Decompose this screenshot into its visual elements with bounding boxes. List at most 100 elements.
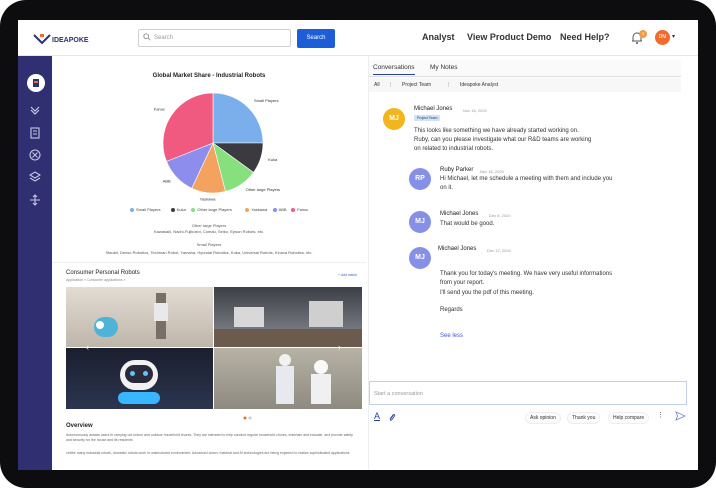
photo-kitchen-robots bbox=[214, 287, 362, 347]
device-frame: IDEAPOKE Search Search Analyst View Prod… bbox=[0, 0, 716, 488]
message-text: Regards bbox=[440, 307, 463, 313]
photo-walking-robot bbox=[66, 287, 213, 347]
search-input[interactable]: Search bbox=[138, 29, 291, 47]
conversation-tabs: Conversations My Notes bbox=[369, 60, 681, 77]
legend-swatch bbox=[170, 207, 175, 212]
pie-label: Other large Players bbox=[246, 187, 280, 192]
overview-paragraph-1: Autonomously assists users in carrying o… bbox=[66, 433, 353, 442]
search-button[interactable]: Search bbox=[297, 29, 335, 48]
avatar: MJ bbox=[409, 211, 431, 233]
legend-label: ABB bbox=[278, 207, 287, 212]
message-text: That would be good. bbox=[440, 221, 495, 227]
message-author: Ruby Parker bbox=[440, 167, 474, 173]
legend-item[interactable]: Fanuc bbox=[291, 207, 308, 212]
message-text: on it. bbox=[440, 185, 454, 191]
sidebar-profile-button[interactable] bbox=[27, 74, 45, 92]
caption-small-players-list: Staubli, Denso Robotics, Techman Robot, … bbox=[105, 250, 313, 255]
market-panel: Global Market Share - Industrial Robots … bbox=[52, 56, 366, 470]
thank-you-button[interactable]: Thank you bbox=[567, 412, 601, 424]
message-text: Hi Michael, let me schedule a meeting wi… bbox=[440, 176, 613, 182]
prev-arrow-icon[interactable]: ‹ bbox=[86, 342, 89, 352]
send-icon[interactable] bbox=[675, 411, 686, 421]
legend-label: Small Players bbox=[136, 207, 161, 212]
project-team-tag: Project Team bbox=[414, 115, 441, 121]
help-compare-button[interactable]: Help compare bbox=[608, 412, 650, 424]
caption-small-players: Small Players bbox=[196, 242, 222, 247]
next-arrow-icon[interactable]: › bbox=[338, 342, 341, 352]
pie-chart: Small Players Kuka Other large Players Yask… bbox=[154, 92, 280, 202]
svg-text:IDEAPOKE: IDEAPOKE bbox=[52, 37, 89, 44]
message-date: Nov 16, 2020 bbox=[463, 108, 487, 113]
carousel-dots[interactable] bbox=[243, 416, 253, 420]
target-icon[interactable] bbox=[29, 149, 41, 161]
breadcrumb: Application » Consumer applications » bbox=[66, 278, 126, 282]
filter-all[interactable]: All bbox=[374, 82, 380, 88]
legend-swatch bbox=[245, 207, 250, 212]
consumer-robots-card: Consumer Personal Robots Application » C… bbox=[52, 262, 366, 470]
legend-label: Yaskawa bbox=[251, 207, 268, 212]
user-avatar[interactable]: DM bbox=[655, 30, 670, 45]
pie-label: Small Players bbox=[254, 98, 278, 103]
image-gallery[interactable]: ‹ › bbox=[66, 287, 362, 409]
more-options-icon[interactable]: ⋮ bbox=[657, 411, 664, 419]
filter-ideapoke-analyst[interactable]: Ideapoke Analyst bbox=[460, 82, 498, 88]
legend-item[interactable]: Yaskawa bbox=[245, 207, 267, 212]
sidebar bbox=[18, 56, 52, 470]
avatar: MJ bbox=[383, 108, 405, 130]
message-text: I'll send you the pdf of this meeting. bbox=[440, 290, 534, 296]
see-less-link[interactable]: See less bbox=[440, 332, 463, 341]
nav-analyst[interactable]: Analyst bbox=[422, 32, 455, 42]
add-watch-button[interactable]: + Add watch bbox=[338, 273, 357, 277]
pie-label: ABB bbox=[163, 179, 171, 184]
message-text: from your report. bbox=[440, 280, 485, 286]
legend-swatch bbox=[291, 207, 296, 212]
pie-label: Fanuc bbox=[154, 106, 165, 111]
filter-divider: | bbox=[448, 82, 450, 88]
message-text: Ruby, can you please investigate what ou… bbox=[414, 137, 592, 143]
chart-legend: Small Players Kuka Other large Players Yask… bbox=[130, 207, 330, 215]
conversations-panel: Conversations My Notes All | Project Tea… bbox=[368, 56, 698, 470]
ask-opinion-button[interactable]: Ask opinion bbox=[525, 412, 561, 424]
chevron-down-icon[interactable]: ▾ bbox=[672, 33, 675, 40]
move-icon[interactable] bbox=[29, 194, 41, 206]
message-text: Thank you for today's meeting. We have v… bbox=[440, 271, 613, 277]
legend-label: Fanuc bbox=[297, 207, 309, 212]
photo-companion-robot bbox=[66, 348, 213, 409]
conversation-filters: All | Project Team | Ideapoke Analyst bbox=[369, 78, 681, 92]
pie-label: Kuka bbox=[268, 157, 278, 162]
card-title[interactable]: Consumer Personal Robots bbox=[66, 270, 140, 276]
legend-item[interactable]: Other large Players bbox=[191, 207, 232, 212]
message-date: Nov 16, 2020 bbox=[480, 169, 504, 174]
profile-icon bbox=[33, 79, 39, 87]
pie-label: Yaskawa bbox=[200, 197, 217, 202]
layers-icon[interactable] bbox=[29, 171, 41, 183]
chevron-down-icon[interactable] bbox=[29, 104, 41, 116]
message-author: Michael Jones bbox=[438, 246, 477, 252]
nav-view-product-demo[interactable]: View Product Demo bbox=[467, 32, 551, 42]
search-icon bbox=[143, 33, 151, 41]
legend-item[interactable]: ABB bbox=[272, 207, 287, 212]
message-author: Michael Jones bbox=[440, 211, 479, 217]
notification-badge: 3 bbox=[639, 30, 647, 38]
attachment-icon[interactable] bbox=[388, 413, 396, 422]
conversation-input[interactable]: Start a conversation bbox=[369, 381, 687, 405]
avatar: RP bbox=[409, 168, 431, 190]
tab-conversations[interactable]: Conversations bbox=[373, 64, 415, 75]
legend-swatch bbox=[191, 207, 196, 212]
legend-item[interactable]: Small Players bbox=[130, 207, 160, 212]
nav-need-help[interactable]: Need Help? bbox=[560, 32, 610, 42]
legend-item[interactable]: Kuka bbox=[170, 207, 186, 212]
tab-my-notes[interactable]: My Notes bbox=[430, 64, 457, 71]
legend-label: Other large Players bbox=[197, 207, 232, 212]
document-icon[interactable] bbox=[29, 127, 41, 139]
message-text: This looks like something we have alread… bbox=[414, 128, 579, 134]
filter-project-team[interactable]: Project Team bbox=[402, 82, 431, 88]
composer-toolbar: A Ask opinion Thank you Help compare ⋮ bbox=[369, 408, 698, 428]
caption-other-large-list: Kawasaki, Nachi-Fujikoshi, Comau, Seiko,… bbox=[153, 229, 265, 234]
text-format-icon[interactable]: A bbox=[374, 411, 380, 421]
overview-heading: Overview bbox=[66, 423, 93, 429]
ideapoke-logo[interactable]: IDEAPOKE bbox=[32, 32, 96, 46]
message-author: Michael Jones bbox=[414, 106, 453, 112]
app-screen: IDEAPOKE Search Search Analyst View Prod… bbox=[18, 20, 698, 470]
photo-humanoid-robots bbox=[214, 348, 362, 409]
